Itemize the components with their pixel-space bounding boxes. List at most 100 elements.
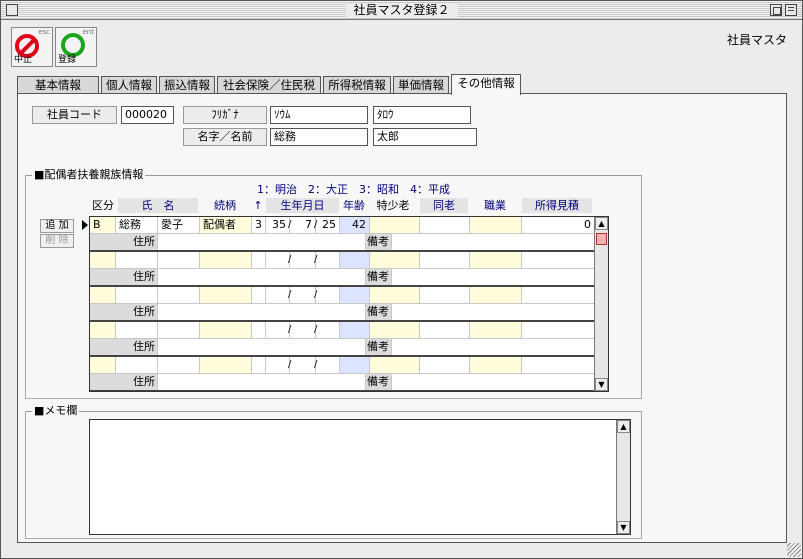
first-name-field[interactable]: 太郎	[373, 128, 477, 146]
last-name-field[interactable]: 総務	[270, 128, 368, 146]
dep-kubun-cell[interactable]	[90, 357, 116, 374]
dep-occupation-cell[interactable]	[470, 217, 522, 234]
dep-address-field[interactable]	[158, 304, 366, 321]
dep-special-elderly-cell[interactable]	[370, 357, 420, 374]
memo-scroll-down-icon[interactable]: ▼	[617, 521, 630, 534]
dep-remarks-label: 備考	[366, 304, 392, 321]
tab-other[interactable]: その他情報	[451, 74, 521, 95]
dep-birth-year-cell[interactable]	[266, 252, 290, 269]
dep-income-cell[interactable]	[522, 322, 595, 339]
dep-remarks-field[interactable]	[392, 304, 595, 321]
kana-first-field[interactable]: ﾀﾛｳ	[373, 106, 471, 124]
dep-era-cell[interactable]: 3	[252, 217, 266, 234]
dep-remarks-field[interactable]	[392, 374, 595, 391]
dep-occupation-cell[interactable]	[470, 322, 522, 339]
dep-remarks-field[interactable]	[392, 234, 595, 251]
dep-last-name-cell[interactable]: 総務	[116, 217, 158, 234]
dep-relation-cell[interactable]	[200, 287, 252, 304]
dep-address-field[interactable]	[158, 339, 366, 356]
delete-row-button[interactable]: 削 除	[40, 234, 74, 248]
tab-personal[interactable]: 個人情報	[101, 76, 157, 94]
date-separator: /	[314, 359, 318, 370]
dep-birth-year-cell[interactable]	[266, 322, 290, 339]
dep-income-cell[interactable]	[522, 357, 595, 374]
dep-remarks-label: 備考	[366, 339, 392, 356]
dep-last-name-cell[interactable]	[116, 252, 158, 269]
close-box-icon[interactable]	[6, 4, 18, 16]
scroll-down-icon[interactable]: ▼	[595, 378, 608, 391]
dep-income-cell[interactable]	[522, 287, 595, 304]
tab-transfer[interactable]: 振込情報	[159, 76, 215, 94]
dep-relation-cell[interactable]	[200, 357, 252, 374]
dep-address-field[interactable]	[158, 234, 366, 251]
dep-era-cell[interactable]	[252, 287, 266, 304]
tab-unit-price[interactable]: 単価情報	[393, 76, 449, 94]
dep-first-name-cell[interactable]	[158, 287, 200, 304]
register-button[interactable]: ent 登録	[55, 27, 97, 67]
add-row-button[interactable]: 追 加	[40, 219, 74, 233]
dep-address-field[interactable]	[158, 374, 366, 391]
dep-cohabit-elderly-cell[interactable]	[420, 217, 470, 234]
dep-age-cell[interactable]	[340, 322, 370, 339]
memo-textarea[interactable]: ▲ ▼	[89, 419, 631, 535]
dep-occupation-cell[interactable]	[470, 252, 522, 269]
header-special-elderly: 特少老	[376, 199, 410, 212]
zoom-box-icon[interactable]	[770, 4, 782, 16]
memo-scrollbar[interactable]: ▲ ▼	[616, 420, 630, 534]
dep-last-name-cell[interactable]	[116, 357, 158, 374]
dep-era-cell[interactable]	[252, 357, 266, 374]
dep-first-name-cell[interactable]: 愛子	[158, 217, 200, 234]
dep-birth-year-cell[interactable]: 35	[266, 217, 290, 234]
employee-code-field[interactable]: 000020	[121, 106, 174, 124]
tab-social-insurance[interactable]: 社会保険／住民税	[217, 76, 321, 94]
dep-age-cell[interactable]	[340, 287, 370, 304]
collapse-box-icon[interactable]	[785, 4, 797, 16]
date-separator: /	[288, 289, 292, 300]
kana-last-field[interactable]: ｿｳﾑ	[270, 106, 368, 124]
dep-special-elderly-cell[interactable]	[370, 287, 420, 304]
dep-remarks-label: 備考	[366, 269, 392, 286]
dep-era-cell[interactable]	[252, 252, 266, 269]
dep-kubun-cell[interactable]	[90, 252, 116, 269]
dep-last-name-cell[interactable]	[116, 322, 158, 339]
dep-income-cell[interactable]: 0	[522, 217, 595, 234]
dep-occupation-cell[interactable]	[470, 287, 522, 304]
dep-age-cell[interactable]	[340, 357, 370, 374]
tab-basic[interactable]: 基本情報	[17, 76, 99, 94]
dep-income-cell[interactable]	[522, 252, 595, 269]
dep-remarks-field[interactable]	[392, 339, 595, 356]
dep-relation-cell[interactable]: 配偶者	[200, 217, 252, 234]
dep-cohabit-elderly-cell[interactable]	[420, 322, 470, 339]
dep-cohabit-elderly-cell[interactable]	[420, 252, 470, 269]
scroll-up-icon[interactable]: ▲	[595, 217, 608, 230]
scroll-thumb[interactable]	[596, 233, 607, 245]
dependents-scrollbar[interactable]: ▲ ▼	[594, 217, 608, 391]
dep-kubun-cell[interactable]	[90, 322, 116, 339]
dep-birth-year-cell[interactable]	[266, 287, 290, 304]
dep-kubun-cell[interactable]: B	[90, 217, 116, 234]
dep-age-cell[interactable]: 42	[340, 217, 370, 234]
dep-remarks-label: 備考	[366, 374, 392, 391]
cancel-button[interactable]: esc 中止	[11, 27, 53, 67]
dep-remarks-field[interactable]	[392, 269, 595, 286]
dep-special-elderly-cell[interactable]	[370, 252, 420, 269]
dep-relation-cell[interactable]	[200, 252, 252, 269]
dep-kubun-cell[interactable]	[90, 287, 116, 304]
dep-cohabit-elderly-cell[interactable]	[420, 357, 470, 374]
dep-era-cell[interactable]	[252, 322, 266, 339]
resize-grip-icon[interactable]	[787, 543, 801, 557]
memo-scroll-up-icon[interactable]: ▲	[617, 420, 630, 433]
dep-birth-year-cell[interactable]	[266, 357, 290, 374]
dep-cohabit-elderly-cell[interactable]	[420, 287, 470, 304]
dep-occupation-cell[interactable]	[470, 357, 522, 374]
dep-first-name-cell[interactable]	[158, 322, 200, 339]
dep-age-cell[interactable]	[340, 252, 370, 269]
dep-address-field[interactable]	[158, 269, 366, 286]
tab-income-tax[interactable]: 所得税情報	[323, 76, 391, 94]
dep-first-name-cell[interactable]	[158, 252, 200, 269]
dep-special-elderly-cell[interactable]	[370, 217, 420, 234]
dep-first-name-cell[interactable]	[158, 357, 200, 374]
dep-relation-cell[interactable]	[200, 322, 252, 339]
dep-last-name-cell[interactable]	[116, 287, 158, 304]
dep-special-elderly-cell[interactable]	[370, 322, 420, 339]
